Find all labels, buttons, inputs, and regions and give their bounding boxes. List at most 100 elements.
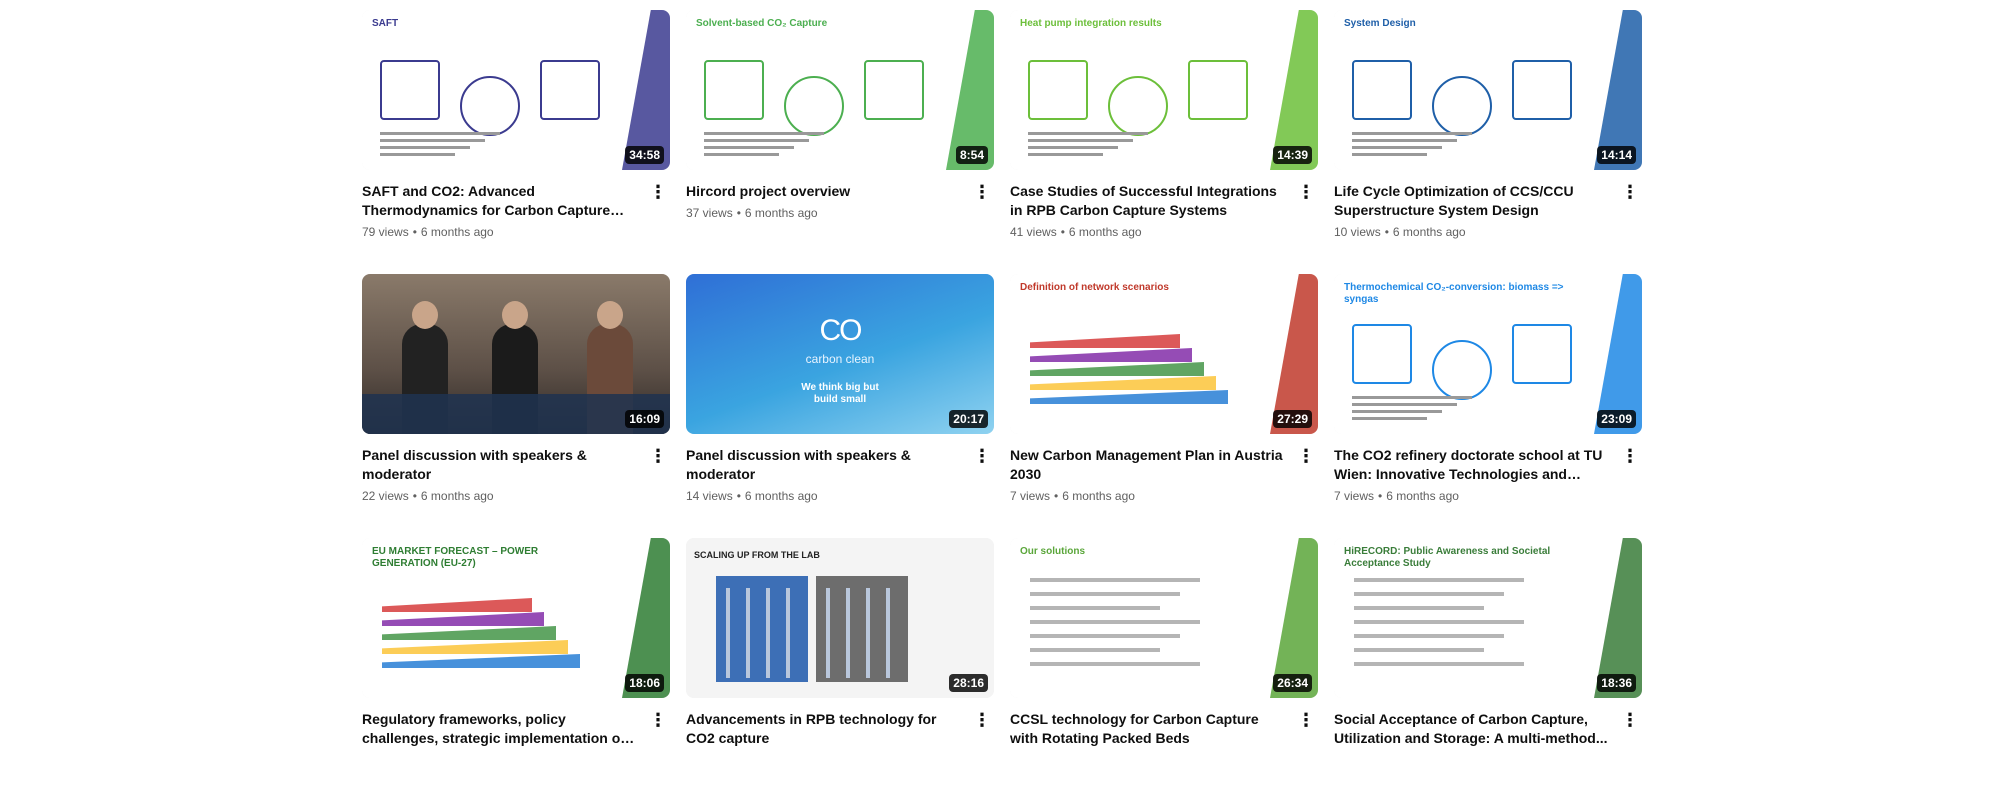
more-actions-icon[interactable]: ⋮ — [1618, 444, 1642, 468]
video-card-9[interactable]: EU MARKET FORECAST – POWER GENERATION (E… — [362, 538, 670, 802]
video-stats: 37 views • 6 months ago — [686, 205, 962, 221]
video-stats: 7 views • 6 months ago — [1010, 488, 1286, 504]
duration-badge: 18:06 — [625, 674, 664, 692]
video-title[interactable]: Regulatory frameworks, policy challenges… — [362, 710, 638, 748]
view-count: 79 views — [362, 225, 409, 239]
lab-photo-icon: SCALING UP FROM THE LAB — [686, 538, 994, 698]
more-actions-icon[interactable]: ⋮ — [646, 180, 670, 204]
view-count: 37 views — [686, 206, 733, 220]
circuit-diagram-icon: Heat pump integration results — [1010, 10, 1318, 170]
more-actions-icon[interactable]: ⋮ — [1294, 444, 1318, 468]
video-title[interactable]: Social Acceptance of Carbon Capture, Uti… — [1334, 710, 1610, 748]
more-actions-icon[interactable]: ⋮ — [1618, 180, 1642, 204]
map-slide-icon: System Design — [1334, 10, 1642, 170]
video-meta: Social Acceptance of Carbon Capture, Uti… — [1334, 698, 1642, 752]
video-title[interactable]: The CO2 refinery doctorate school at TU … — [1334, 446, 1610, 484]
separator-dot: • — [736, 206, 741, 220]
area-chart-slide-icon: EU MARKET FORECAST – POWER GENERATION (E… — [362, 538, 670, 698]
video-card-4[interactable]: System Design 14:14 Life Cycle Optimizat… — [1334, 10, 1642, 274]
video-thumbnail[interactable]: Thermochemical CO₂-conversion: biomass =… — [1334, 274, 1642, 434]
video-card-6[interactable]: CO carbon clean We think big but build sma… — [686, 274, 994, 538]
solutions-slide-icon: Our solutions — [1010, 538, 1318, 698]
video-thumbnail[interactable]: SCALING UP FROM THE LAB 28:16 — [686, 538, 994, 698]
video-card-5[interactable]: 16:09 Panel discussion with speakers & m… — [362, 274, 670, 538]
video-card-12[interactable]: HiRECORD: Public Awareness and Societal … — [1334, 538, 1642, 802]
thumbnail-label: Heat pump integration results — [1020, 18, 1162, 29]
view-count: 7 views — [1010, 489, 1051, 503]
more-actions-icon[interactable]: ⋮ — [646, 708, 670, 732]
more-actions-icon[interactable]: ⋮ — [970, 708, 994, 732]
duration-badge: 34:58 — [625, 146, 664, 164]
duration-badge: 23:09 — [1597, 410, 1636, 428]
upload-age: 6 months ago — [1062, 489, 1135, 503]
thumbnail-label: SAFT — [372, 18, 399, 29]
molecule-slide-icon: SAFT — [362, 10, 670, 170]
separator-dot: • — [412, 225, 417, 239]
duration-badge: 14:39 — [1273, 146, 1312, 164]
video-thumbnail[interactable]: CO carbon clean We think big but build sma… — [686, 274, 994, 434]
video-thumbnail[interactable]: Definition of network scenarios 27:29 — [1010, 274, 1318, 434]
video-stats: 14 views • 6 months ago — [686, 488, 962, 504]
process-diagram-icon: Solvent-based CO₂ Capture — [686, 10, 994, 170]
video-grid: SAFT 34:58 SAFT and CO2: Advanced Thermo… — [362, 10, 1642, 802]
video-title[interactable]: Life Cycle Optimization of CCS/CCU Super… — [1334, 182, 1610, 220]
thumbnail-label: SCALING UP FROM THE LAB — [694, 550, 820, 560]
video-thumbnail[interactable]: Heat pump integration results 14:39 — [1010, 10, 1318, 170]
video-meta: The CO2 refinery doctorate school at TU … — [1334, 434, 1642, 504]
video-thumbnail[interactable]: HiRECORD: Public Awareness and Societal … — [1334, 538, 1642, 698]
separator-dot: • — [1384, 225, 1389, 239]
video-title[interactable]: Panel discussion with speakers & moderat… — [686, 446, 962, 484]
separator-dot: • — [412, 489, 417, 503]
view-count: 7 views — [1334, 489, 1375, 503]
view-count: 14 views — [686, 489, 733, 503]
video-stats: 41 views • 6 months ago — [1010, 224, 1286, 240]
video-meta: SAFT and CO2: Advanced Thermodynamics fo… — [362, 170, 670, 240]
video-thumbnail[interactable]: SAFT 34:58 — [362, 10, 670, 170]
video-meta: Advancements in RPB technology for CO2 c… — [686, 698, 994, 752]
video-card-2[interactable]: Solvent-based CO₂ Capture 8:54 Hircord p… — [686, 10, 994, 274]
video-title[interactable]: CCSL technology for Carbon Capture with … — [1010, 710, 1286, 748]
video-title[interactable]: Hircord project overview — [686, 182, 962, 201]
video-meta: Life Cycle Optimization of CCS/CCU Super… — [1334, 170, 1642, 240]
video-card-8[interactable]: Thermochemical CO₂-conversion: biomass =… — [1334, 274, 1642, 538]
video-title[interactable]: New Carbon Management Plan in Austria 20… — [1010, 446, 1286, 484]
thumbnail-subtitle: We think big but build small — [801, 382, 879, 405]
more-actions-icon[interactable]: ⋮ — [646, 444, 670, 468]
video-title[interactable]: Advancements in RPB technology for CO2 c… — [686, 710, 962, 748]
more-actions-icon[interactable]: ⋮ — [1294, 708, 1318, 732]
video-card-7[interactable]: Definition of network scenarios 27:29 Ne… — [1010, 274, 1318, 538]
more-actions-icon[interactable]: ⋮ — [1618, 708, 1642, 732]
separator-dot: • — [1378, 489, 1383, 503]
video-meta: Hircord project overview 37 views • 6 mont… — [686, 170, 994, 221]
thumbnail-label: Definition of network scenarios — [1020, 282, 1169, 293]
duration-badge: 20:17 — [949, 410, 988, 428]
video-thumbnail[interactable]: 16:09 — [362, 274, 670, 434]
upload-age: 6 months ago — [420, 489, 494, 503]
video-thumbnail[interactable]: Solvent-based CO₂ Capture 8:54 — [686, 10, 994, 170]
upload-age: 6 months ago — [1386, 489, 1459, 503]
video-meta: Regulatory frameworks, policy challenges… — [362, 698, 670, 752]
duration-badge: 28:16 — [949, 674, 988, 692]
more-actions-icon[interactable]: ⋮ — [970, 444, 994, 468]
video-thumbnail[interactable]: Our solutions 26:34 — [1010, 538, 1318, 698]
more-actions-icon[interactable]: ⋮ — [1294, 180, 1318, 204]
duration-badge: 8:54 — [955, 146, 988, 164]
thumbnail-label: Our solutions — [1020, 546, 1085, 557]
panel-photo-icon — [362, 274, 670, 434]
video-card-1[interactable]: SAFT 34:58 SAFT and CO2: Advanced Thermo… — [362, 10, 670, 274]
duration-badge: 18:36 — [1597, 674, 1636, 692]
duration-badge: 16:09 — [625, 410, 664, 428]
upload-age: 6 months ago — [420, 225, 494, 239]
video-thumbnail[interactable]: EU MARKET FORECAST – POWER GENERATION (E… — [362, 538, 670, 698]
video-card-11[interactable]: Our solutions 26:34 CCSL technology for … — [1010, 538, 1318, 802]
video-title[interactable]: Panel discussion with speakers & moderat… — [362, 446, 638, 484]
video-thumbnail[interactable]: System Design 14:14 — [1334, 10, 1642, 170]
more-actions-icon[interactable]: ⋮ — [970, 180, 994, 204]
video-title[interactable]: SAFT and CO2: Advanced Thermodynamics fo… — [362, 182, 638, 220]
video-card-3[interactable]: Heat pump integration results 14:39 Case… — [1010, 10, 1318, 274]
video-card-10[interactable]: SCALING UP FROM THE LAB 28:16 Advancemen… — [686, 538, 994, 802]
separator-dot: • — [1060, 225, 1065, 239]
video-title[interactable]: Case Studies of Successful Integrations … — [1010, 182, 1286, 220]
video-stats: 79 views • 6 months ago — [362, 224, 638, 240]
upload-age: 6 months ago — [1392, 225, 1466, 239]
